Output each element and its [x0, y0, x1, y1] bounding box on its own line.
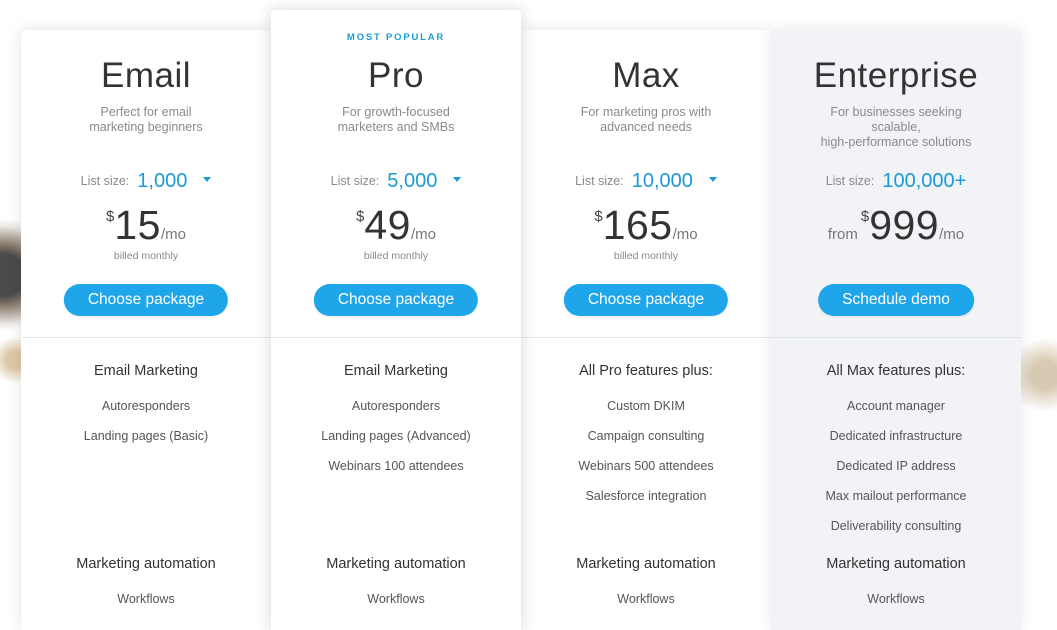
list-size-value: 100,000+ — [882, 170, 967, 192]
billing-note: billed monthly — [613, 250, 679, 262]
feature-item: Webinars 100 attendees — [328, 459, 464, 473]
list-size-display: List size: 100,000+ — [771, 170, 1021, 193]
feature-item: Max mailout performance — [825, 489, 967, 503]
list-size-label: List size: — [575, 174, 624, 188]
price-amount: 15 — [114, 202, 161, 248]
feature-item: Workflows — [117, 592, 175, 606]
list-size-label: List size: — [80, 174, 130, 188]
plan-card-enterprise: Enterprise For businesses seeking scalab… — [771, 30, 1021, 630]
list-size-value[interactable]: 1,000 — [137, 170, 187, 192]
billing-note: billed monthly — [363, 250, 429, 262]
plan-name: Max — [612, 56, 680, 95]
currency-symbol: $ — [860, 208, 870, 225]
price-amount: 165 — [602, 202, 673, 248]
plan-card-email: Email Perfect for email marketing beginne… — [21, 30, 271, 630]
price-period: /mo — [939, 226, 965, 243]
most-popular-badge: MOST POPULAR — [346, 32, 446, 43]
feature-item: Workflows — [367, 592, 425, 606]
list-size-selector[interactable]: List size: 10,000 — [521, 170, 771, 193]
plan-description: Perfect for email marketing beginners — [89, 105, 203, 134]
feature-item: Workflows — [617, 592, 675, 606]
feature-item: Landing pages (Advanced) — [321, 429, 471, 443]
feature-item: Workflows — [867, 592, 925, 606]
background-decoration — [1017, 330, 1057, 420]
price-from-label: from — [827, 226, 858, 243]
plan-description: For businesses seeking scalable, high-per… — [820, 105, 972, 149]
schedule-demo-button[interactable]: Schedule demo — [818, 284, 974, 316]
feature-item: Webinars 500 attendees — [578, 459, 714, 473]
feature-item: Account manager — [847, 399, 945, 413]
plan-card-pro: MOST POPULAR Pro For growth-focused marke… — [271, 10, 521, 630]
feature-item: Custom DKIM — [607, 399, 685, 413]
feature-item: Deliverability consulting — [830, 519, 962, 533]
feature-item: Landing pages (Basic) — [83, 429, 209, 443]
list-size-value[interactable]: 5,000 — [387, 170, 437, 192]
feature-section-title: All Pro features plus: — [579, 363, 713, 379]
caret-down-icon[interactable] — [453, 177, 462, 182]
list-size-selector[interactable]: List size: 1,000 — [21, 170, 271, 193]
price-amount: 49 — [364, 202, 411, 248]
list-size-label: List size: — [330, 174, 380, 188]
list-size-value[interactable]: 10,000 — [632, 170, 693, 192]
feature-section-title: All Max features plus: — [826, 363, 966, 379]
divider — [21, 337, 271, 338]
caret-down-icon[interactable] — [708, 177, 717, 182]
divider — [271, 337, 521, 338]
feature-item: Autoresponders — [351, 399, 441, 413]
price: $15/mo — [21, 202, 271, 249]
currency-symbol: $ — [594, 208, 603, 225]
divider — [771, 337, 1021, 338]
feature-section-title: Email Marketing — [94, 363, 198, 379]
plan-description: For growth-focused marketers and SMBs — [337, 105, 455, 134]
price-amount: 999 — [869, 202, 940, 248]
price: $165/mo — [521, 202, 771, 249]
plan-description: For marketing pros with advanced needs — [580, 105, 712, 134]
feature-section-title: Marketing automation — [326, 556, 466, 572]
price-period: /mo — [410, 226, 436, 243]
feature-section-title: Marketing automation — [76, 556, 216, 572]
feature-item: Autoresponders — [101, 399, 191, 413]
feature-section-title: Marketing automation — [576, 556, 716, 572]
feature-item: Campaign consulting — [587, 429, 705, 443]
choose-package-button[interactable]: Choose package — [63, 284, 229, 316]
feature-item: Dedicated IP address — [836, 459, 956, 473]
price-period: /mo — [160, 226, 186, 243]
price-period: /mo — [672, 226, 698, 243]
list-size-selector[interactable]: List size: 5,000 — [271, 170, 521, 193]
divider — [521, 337, 771, 338]
caret-down-icon[interactable] — [203, 177, 212, 182]
billing-note: billed monthly — [113, 250, 179, 262]
feature-section-title: Marketing automation — [826, 556, 966, 572]
choose-package-button[interactable]: Choose package — [313, 284, 479, 316]
plan-name: Enterprise — [813, 56, 979, 95]
price: $49/mo — [271, 202, 521, 249]
plan-card-max: Max For marketing pros with advanced need… — [521, 30, 771, 630]
choose-package-button[interactable]: Choose package — [563, 284, 729, 316]
feature-item: Dedicated infrastructure — [829, 429, 963, 443]
feature-item: Salesforce integration — [585, 489, 707, 503]
feature-section-title: Email Marketing — [344, 363, 448, 379]
list-size-label: List size: — [825, 174, 875, 188]
plan-name: Pro — [368, 56, 424, 95]
price: from$999/mo — [771, 202, 1021, 249]
plan-name: Email — [100, 56, 192, 95]
